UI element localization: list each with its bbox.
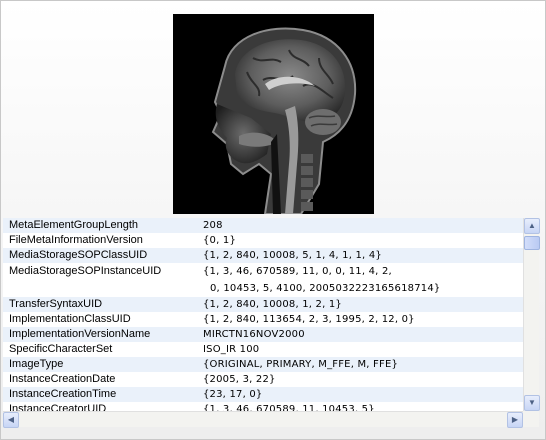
scroll-left-button[interactable]: ◀: [3, 412, 19, 428]
vertical-scrollbar[interactable]: ▲ ▼: [523, 218, 540, 411]
tag-value-multiline: {1, 3, 46, 670589, 11, 0, 0, 11, 4, 2, 0…: [196, 263, 523, 297]
table-row[interactable]: TransferSyntaxUID {1, 2, 840, 10008, 1, …: [3, 297, 523, 312]
tag-name: MetaElementGroupLength: [9, 219, 139, 231]
dicom-viewer-window: MetaElementGroupLength 208 FileMetaInfor…: [0, 0, 546, 440]
horizontal-scrollbar[interactable]: ◀ ▶: [3, 411, 523, 428]
tag-value: {1, 2, 840, 10008, 1, 2, 1}: [203, 299, 342, 310]
tag-name: InstanceCreatorUID: [9, 403, 107, 411]
scroll-up-button[interactable]: ▲: [524, 218, 540, 234]
tag-name: SpecificCharacterSet: [9, 343, 113, 355]
table-row[interactable]: InstanceCreatorUID {1, 3, 46, 670589, 11…: [3, 402, 523, 411]
tag-name: InstanceCreationTime: [9, 388, 117, 400]
table-row[interactable]: MetaElementGroupLength 208: [3, 218, 523, 233]
tag-value: ISO_IR 100: [203, 344, 260, 355]
tag-name: ImageType: [9, 358, 64, 370]
table-row[interactable]: InstanceCreationDate {2005, 3, 22}: [3, 372, 523, 387]
tag-value: {1, 3, 46, 670589, 11, 10453, 5}: [203, 404, 375, 411]
tag-name: MediaStorageSOPClassUID: [9, 249, 148, 261]
tag-value: 208: [203, 220, 223, 231]
vertical-scroll-thumb[interactable]: [524, 236, 540, 250]
tag-value-line-2: 0, 10453, 5, 4100, 2005032223165618714}: [210, 283, 441, 294]
tag-value: {ORIGINAL, PRIMARY, M_FFE, M, FFE}: [203, 359, 399, 370]
table-row[interactable]: SpecificCharacterSet ISO_IR 100: [3, 342, 523, 357]
table-row[interactable]: InstanceCreationTime {23, 17, 0}: [3, 387, 523, 402]
chevron-down-icon: ▼: [528, 398, 536, 407]
table-row[interactable]: ImplementationClassUID {1, 2, 840, 11365…: [3, 312, 523, 327]
chevron-up-icon: ▲: [528, 221, 536, 230]
tag-value: {0, 1}: [203, 235, 237, 246]
table-row[interactable]: MediaStorageSOPInstanceUID {1, 3, 46, 67…: [3, 263, 523, 297]
tag-value: {1, 2, 840, 113654, 2, 3, 1995, 2, 12, 0…: [203, 314, 415, 325]
dicom-metadata-table[interactable]: MetaElementGroupLength 208 FileMetaInfor…: [3, 218, 523, 411]
tag-name: ImplementationVersionName: [9, 328, 151, 340]
tag-value: {1, 2, 840, 10008, 5, 1, 4, 1, 1, 4}: [203, 250, 382, 261]
chevron-right-icon: ▶: [511, 415, 519, 424]
tag-value: {23, 17, 0}: [203, 389, 263, 400]
tag-value-line-1: {1, 3, 46, 670589, 11, 0, 0, 11, 4, 2,: [203, 266, 392, 277]
mri-image-preview: [173, 14, 374, 214]
tag-name: TransferSyntaxUID: [9, 298, 103, 310]
scroll-right-button[interactable]: ▶: [507, 412, 523, 428]
tag-value: MIRCTN16NOV2000: [203, 329, 305, 340]
tag-name: FileMetaInformationVersion: [9, 234, 143, 246]
tag-name: InstanceCreationDate: [9, 373, 116, 385]
chevron-left-icon: ◀: [7, 415, 15, 424]
table-row[interactable]: ImplementationVersionName MIRCTN16NOV200…: [3, 327, 523, 342]
table-row[interactable]: ImageType {ORIGINAL, PRIMARY, M_FFE, M, …: [3, 357, 523, 372]
scroll-down-button[interactable]: ▼: [524, 395, 540, 411]
tag-name: ImplementationClassUID: [9, 313, 131, 325]
tag-value: {2005, 3, 22}: [203, 374, 276, 385]
table-row[interactable]: FileMetaInformationVersion {0, 1}: [3, 233, 523, 248]
tag-name: MediaStorageSOPInstanceUID: [9, 265, 162, 277]
scrollbar-corner: [523, 411, 539, 427]
table-row[interactable]: MediaStorageSOPClassUID {1, 2, 840, 1000…: [3, 248, 523, 263]
mri-sagittal-head-image: [173, 14, 374, 214]
